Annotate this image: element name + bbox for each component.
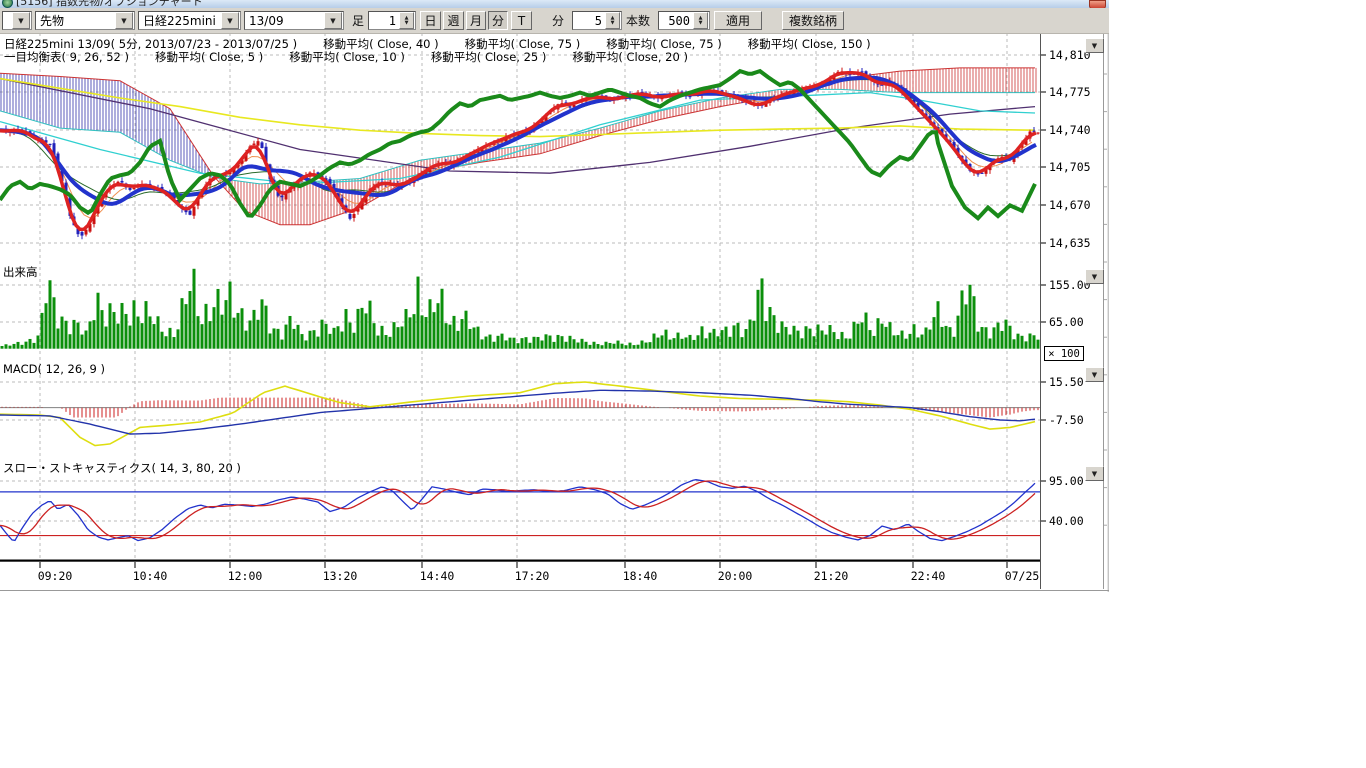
stochastics-layer (0, 480, 1040, 541)
apply-button[interactable]: 適用 (714, 11, 762, 30)
chart-application-window: 14,81014,77514,74014,70514,67014,635155.… (0, 0, 1109, 592)
axis-label: 09:20 (38, 569, 73, 583)
axis-label: 14,670 (1049, 198, 1091, 212)
chart-canvas[interactable]: 14,81014,77514,74014,70514,67014,635155.… (0, 0, 1109, 600)
chevron-down-icon[interactable]: ▼ (12, 12, 30, 29)
legend-row-2: 一目均衡表( 9, 26, 52 ) 移動平均( Close, 5 ) 移動平均( … (4, 49, 714, 65)
axis-label: -7.50 (1049, 413, 1084, 427)
gridlines-layer (0, 33, 1040, 560)
period-month-button[interactable]: 月 (466, 11, 486, 30)
axis-label: 14,740 (1049, 123, 1091, 137)
multi-symbol-button[interactable]: 複数銘柄 (782, 11, 844, 30)
axis-label: 07/25 (1005, 569, 1040, 583)
axis-label: 13:20 (323, 569, 358, 583)
chevron-down-icon: ▼ (1092, 42, 1097, 50)
stoch-panel-label: スロー・ストキャスティクス( 14, 3, 80, 20 ) (3, 460, 241, 476)
axis-label: 17:20 (515, 569, 550, 583)
category-select[interactable]: 先物 ▼ (35, 11, 135, 30)
chevron-down-icon: ▼ (1092, 273, 1097, 281)
macd-scale-dropdown-button[interactable]: ▼ (1085, 367, 1104, 382)
axis-label: 20:00 (718, 569, 753, 583)
axis-label: 15.50 (1049, 375, 1084, 389)
chevron-down-icon[interactable]: ▼ (324, 12, 342, 29)
axis-label: 10:40 (133, 569, 168, 583)
ichimoku-cloud-layer (0, 68, 1036, 225)
spinner-icon[interactable]: ▲▼ (693, 12, 708, 29)
contract-month-select[interactable]: 13/09 ▼ (244, 11, 344, 30)
axis-label: 40.00 (1049, 514, 1084, 528)
axis-label: 12:00 (228, 569, 263, 583)
spinner-icon[interactable]: ▲▼ (399, 12, 414, 29)
axis-label: 14,635 (1049, 236, 1091, 250)
axis-label: 21:20 (814, 569, 849, 583)
axis-label: 95.00 (1049, 474, 1084, 488)
period-week-button[interactable]: 週 (443, 11, 464, 30)
bar-count-spinner[interactable]: 500 ▲▼ (658, 11, 710, 30)
chevron-down-icon: ▼ (1092, 470, 1097, 478)
price-scale-dropdown-button[interactable]: ▼ (1085, 38, 1104, 53)
axis-label: 18:40 (623, 569, 658, 583)
ashi-count-spinner[interactable]: 1 ▲▼ (368, 11, 416, 30)
axis-label: 14,775 (1049, 85, 1091, 99)
axis-label: 14:40 (420, 569, 455, 583)
macd-panel-label: MACD( 12, 26, 9 ) (3, 362, 105, 376)
period-tick-button[interactable]: T (511, 11, 532, 30)
period-day-button[interactable]: 日 (420, 11, 441, 30)
legend-series: 移動平均( Close, 20 ) (572, 50, 688, 64)
legend-series: 移動平均( Close, 25 ) (431, 50, 547, 64)
legend-series: 移動平均( Close, 10 ) (289, 50, 405, 64)
chevron-down-icon[interactable]: ▼ (115, 12, 133, 29)
volume-layer (1, 269, 1040, 349)
left-mini-select[interactable]: ▼ (2, 11, 32, 30)
ashi-label: 足 (352, 11, 364, 30)
axis-label: 22:40 (911, 569, 946, 583)
legend-series: 一目均衡表( 9, 26, 52 ) (4, 50, 129, 64)
volume-multiplier-badge: × 100 (1044, 346, 1084, 361)
legend-series: 移動平均( Close, 150 ) (748, 37, 871, 51)
chevron-down-icon[interactable]: ▼ (221, 12, 239, 29)
axis-label: 65.00 (1049, 315, 1084, 329)
volume-panel-label: 出来高 (3, 264, 38, 280)
volume-scale-dropdown-button[interactable]: ▼ (1085, 269, 1104, 284)
stoch-scale-dropdown-button[interactable]: ▼ (1085, 466, 1104, 481)
symbol-select[interactable]: 日経225mini ▼ (138, 11, 241, 30)
minute-label: 分 (552, 11, 564, 30)
axis-label: 14,705 (1049, 160, 1091, 174)
macd-layer (0, 382, 1040, 446)
minute-value-spinner[interactable]: 5 ▲▼ (572, 11, 622, 30)
period-minute-button[interactable]: 分 (488, 11, 508, 30)
spinner-icon[interactable]: ▲▼ (605, 12, 620, 29)
toolbar: ▼ 先物 ▼ 日経225mini ▼ 13/09 ▼ 足 1 ▲▼ 日 週 月 … (0, 8, 1109, 34)
chevron-down-icon: ▼ (1092, 371, 1097, 379)
app-icon (2, 0, 13, 8)
legend-series: 移動平均( Close, 5 ) (155, 50, 263, 64)
bar-count-label: 本数 (626, 11, 650, 30)
